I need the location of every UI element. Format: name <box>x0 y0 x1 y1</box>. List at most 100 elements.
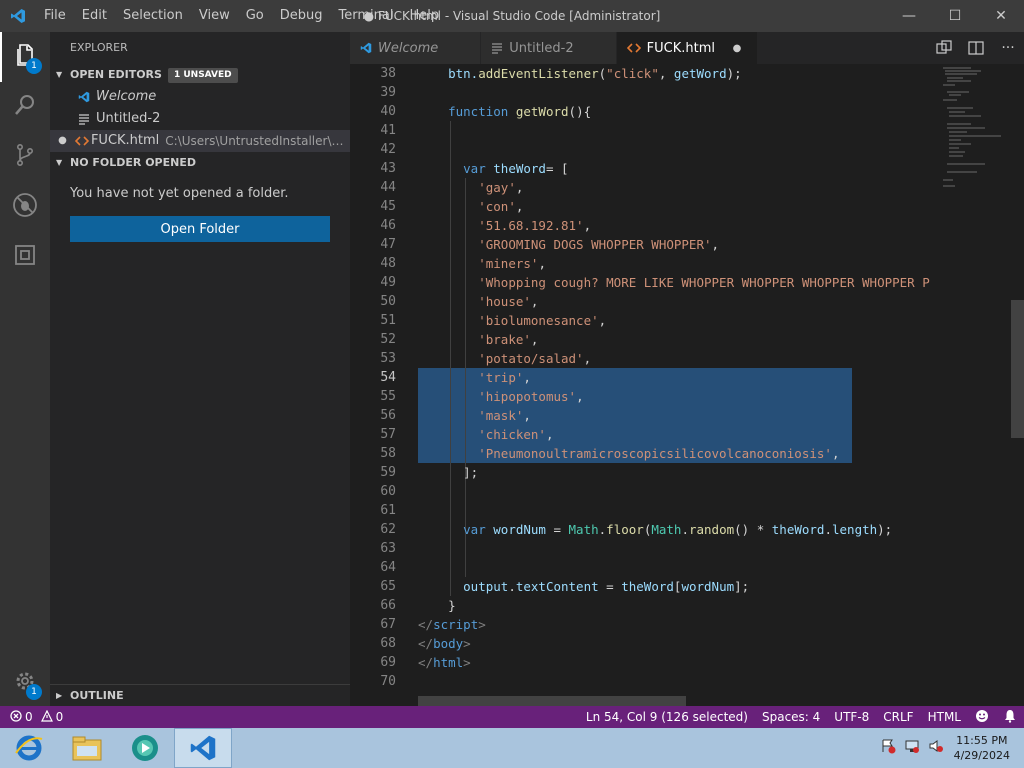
problems-indicator[interactable]: 0 0 <box>0 709 64 725</box>
line-number: 63 <box>380 541 396 556</box>
activity-extensions[interactable] <box>0 232 50 282</box>
minimize-button[interactable]: — <box>886 0 932 32</box>
vscode-file-icon <box>78 91 96 103</box>
status-bar: 0 0 Ln 54, Col 9 (126 selected) Spaces: … <box>0 706 1024 728</box>
line-number: 38 <box>380 66 396 81</box>
system-tray: 11:55 PM 4/29/2024 <box>880 728 1024 768</box>
chevron-down-icon: ▼ <box>56 158 63 167</box>
language-mode[interactable]: HTML <box>921 710 968 724</box>
activity-explorer[interactable]: 1 <box>0 32 50 82</box>
system-clock[interactable]: 11:55 PM 4/29/2024 <box>944 733 1024 763</box>
line-ending[interactable]: CRLF <box>876 710 920 724</box>
code-editor[interactable]: 38 39 40 41 42 43 44 45 46 47 48 49 50 5… <box>350 64 1024 706</box>
code-line-68: </body> <box>418 636 471 651</box>
open-editors-header[interactable]: ▼ OPEN EDITORS 1 UNSAVED <box>50 64 350 86</box>
open-folder-button[interactable]: Open Folder <box>70 216 330 242</box>
code-line-53: 'potato/salad', <box>478 351 592 366</box>
menu-edit[interactable]: Edit <box>74 0 115 32</box>
debug-icon <box>12 192 38 222</box>
code-line-54: 'trip', <box>478 370 531 385</box>
cursor-position[interactable]: Ln 54, Col 9 (126 selected) <box>579 710 755 724</box>
code-line-46: '51.68.192.81', <box>478 218 592 233</box>
tab-welcome[interactable]: Welcome <box>350 32 482 64</box>
no-folder-label: NO FOLDER OPENED <box>70 156 196 169</box>
scrollbar-thumb[interactable] <box>1011 300 1024 438</box>
sidebar-title: EXPLORER <box>70 41 128 54</box>
source-control-icon <box>13 143 37 171</box>
error-icon <box>10 709 22 725</box>
menu-debug[interactable]: Debug <box>272 0 331 32</box>
open-changes-icon[interactable] <box>928 32 960 64</box>
line-number: 53 <box>380 351 396 366</box>
notifications-bell-icon[interactable] <box>996 709 1024 726</box>
activity-debug[interactable] <box>0 182 50 232</box>
code-line-62: var wordNum = Math.floor(Math.random() *… <box>463 522 893 537</box>
more-actions-icon[interactable]: ··· <box>992 32 1024 64</box>
outline-label: OUTLINE <box>70 688 124 702</box>
open-editor-fuck-html[interactable]: ● FUCK.html C:\Users\UntrustedInstaller\… <box>50 130 350 152</box>
code-line-67: </script> <box>418 617 486 632</box>
warning-count: 0 <box>55 710 64 724</box>
maximize-button[interactable]: ☐ <box>932 0 978 32</box>
minimap[interactable] <box>941 64 1011 706</box>
vscode-taskbar-icon[interactable] <box>174 728 232 768</box>
dirty-dot-icon[interactable]: ● <box>50 130 75 152</box>
editor-tabs: Welcome Untitled-2 FUCK.html ● ··· <box>350 32 1024 64</box>
extensions-icon <box>13 243 37 271</box>
code-line-58: 'Pneumonoultramicroscopicsilicovolcanoco… <box>478 446 840 461</box>
tab-untitled-2[interactable]: Untitled-2 <box>481 32 617 64</box>
no-folder-header[interactable]: ▼ NO FOLDER OPENED <box>50 152 350 174</box>
search-icon <box>13 93 37 121</box>
chevron-right-icon: ▶ <box>56 690 63 700</box>
volume-muted-icon[interactable] <box>928 738 944 758</box>
code-line-65: output.textContent = theWord[wordNum]; <box>463 579 750 594</box>
activity-search[interactable] <box>0 82 50 132</box>
menu-go[interactable]: Go <box>238 0 272 32</box>
flag-warning-icon[interactable] <box>880 738 896 758</box>
menu-view[interactable]: View <box>191 0 238 32</box>
dirty-dot-icon[interactable]: ● <box>729 43 745 54</box>
code-line-51: 'biolumonesance', <box>478 313 607 328</box>
line-number: 56 <box>380 408 396 423</box>
line-number: 60 <box>380 484 396 499</box>
encoding[interactable]: UTF-8 <box>827 710 876 724</box>
vscode-logo-icon <box>0 0 36 32</box>
menu-selection[interactable]: Selection <box>115 0 191 32</box>
feedback-smiley-icon[interactable] <box>968 709 996 726</box>
activity-bar: 1 1 <box>0 32 50 706</box>
activity-settings[interactable]: 1 <box>0 658 50 708</box>
network-icon[interactable] <box>904 738 920 758</box>
editor-actions: ··· <box>928 32 1024 64</box>
horizontal-scrollbar-thumb[interactable] <box>418 696 686 706</box>
code-line-43: var theWord= [ <box>463 161 569 176</box>
close-button[interactable]: ✕ <box>978 0 1024 32</box>
code-line-52: 'brake', <box>478 332 539 347</box>
line-number: 58 <box>380 446 396 461</box>
line-number: 41 <box>380 123 396 138</box>
internet-explorer-icon[interactable] <box>0 728 58 768</box>
split-editor-icon[interactable] <box>960 32 992 64</box>
menu-file[interactable]: File <box>36 0 74 32</box>
menu-terminal[interactable]: Terminal <box>331 0 402 32</box>
open-editor-path: C:\Users\UntrustedInstaller\Desk... <box>165 134 350 148</box>
chevron-down-icon: ▼ <box>56 70 63 79</box>
tab-fuck-html[interactable]: FUCK.html ● <box>616 32 758 64</box>
open-editor-welcome[interactable]: Welcome <box>50 86 350 108</box>
media-player-icon[interactable] <box>116 728 174 768</box>
code-content[interactable]: btn.addEventListener("click", getWord); … <box>418 64 941 706</box>
file-explorer-icon[interactable] <box>58 728 116 768</box>
open-editor-untitled[interactable]: Untitled-2 <box>50 108 350 130</box>
menu-help[interactable]: Help <box>401 0 447 32</box>
activity-source-control[interactable] <box>0 132 50 182</box>
tab-label: Welcome <box>378 40 439 56</box>
indentation[interactable]: Spaces: 4 <box>755 710 827 724</box>
outline-header[interactable]: ▶ OUTLINE <box>50 684 350 706</box>
vertical-scrollbar[interactable] <box>1011 64 1024 706</box>
code-line-50: 'house', <box>478 294 539 309</box>
tab-label: Untitled-2 <box>509 40 574 56</box>
code-line-59: ]; <box>463 465 479 480</box>
